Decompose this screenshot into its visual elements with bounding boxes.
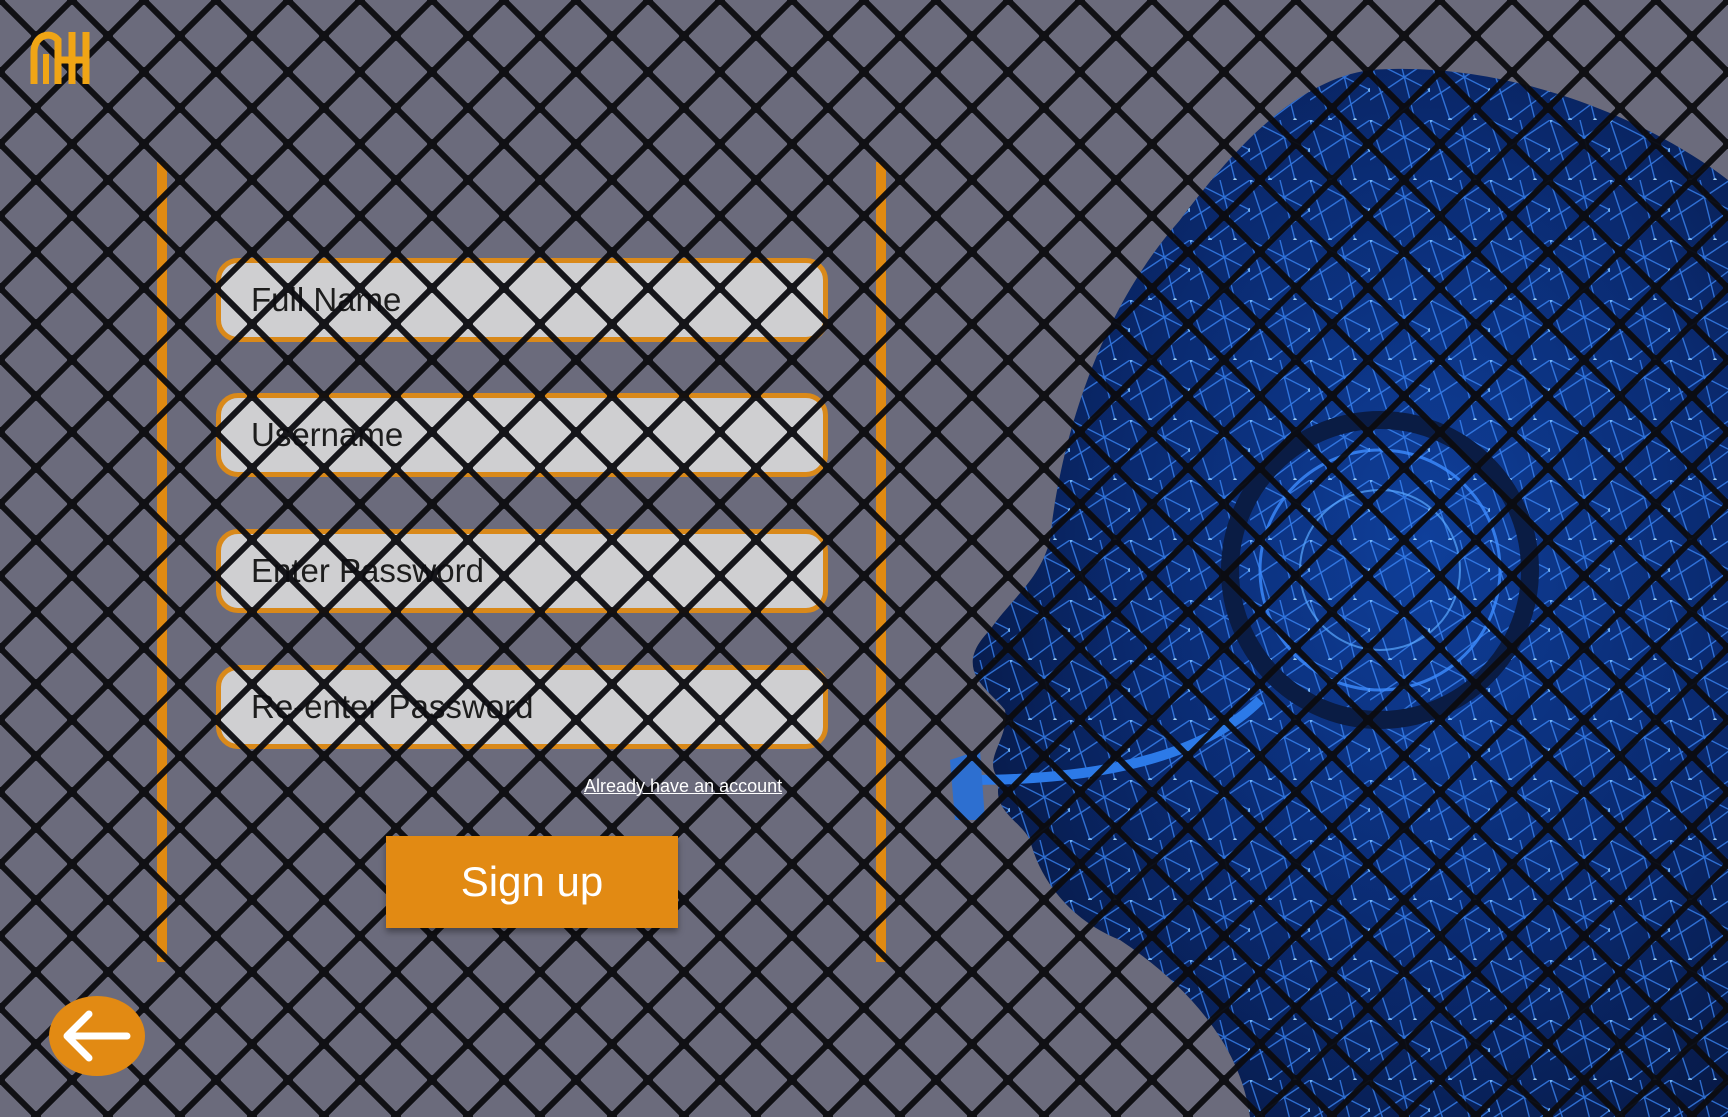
login-link[interactable]: Already have an account [584, 776, 782, 797]
confirm-password-input[interactable] [221, 670, 823, 744]
username-input[interactable] [221, 398, 823, 472]
password-field[interactable] [216, 529, 828, 613]
confirm-password-field[interactable] [216, 665, 828, 749]
mh-logo-icon [30, 31, 90, 84]
right-rail [876, 162, 886, 962]
signup-button[interactable]: Sign up [386, 836, 678, 928]
ai-head-illustration [950, 68, 1728, 1117]
password-input[interactable] [221, 534, 823, 608]
arrow-left-icon [63, 1010, 131, 1062]
full-name-field[interactable] [216, 258, 828, 342]
username-field[interactable] [216, 393, 828, 477]
full-name-input[interactable] [221, 263, 823, 337]
left-rail [157, 162, 167, 962]
back-button[interactable] [49, 996, 145, 1076]
